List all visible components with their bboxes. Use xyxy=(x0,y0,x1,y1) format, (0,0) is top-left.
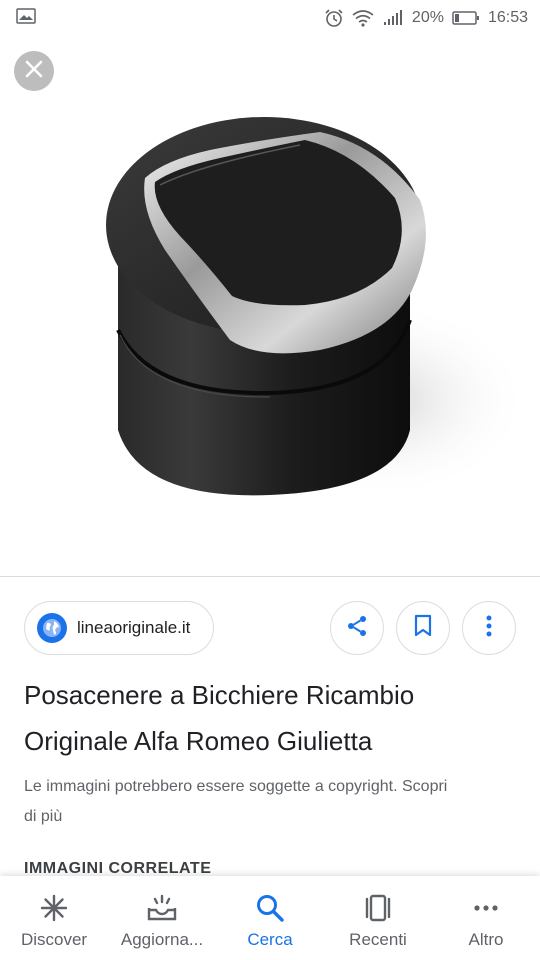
nav-search[interactable]: Cerca xyxy=(216,876,324,960)
result-title[interactable]: Posacenere a Bicchiere Ricambio Original… xyxy=(24,672,516,764)
share-icon xyxy=(345,614,369,643)
nav-discover[interactable]: Discover xyxy=(0,876,108,960)
product-image xyxy=(106,117,530,500)
title-line-2: Originale Alfa Romeo Giulietta xyxy=(24,726,373,756)
bookmark-icon xyxy=(413,614,433,643)
nav-recent[interactable]: Recenti xyxy=(324,876,432,960)
more-options-button[interactable] xyxy=(462,601,516,655)
title-line-1: Posacenere a Bicchiere Ricambio xyxy=(24,680,415,710)
alarm-icon xyxy=(324,8,344,28)
nav-more[interactable]: Altro xyxy=(432,876,540,960)
globe-icon xyxy=(37,613,67,643)
nav-updates-label: Aggiorna... xyxy=(120,930,204,949)
source-site-label: lineaoriginale.it xyxy=(77,618,191,637)
more-vert-icon xyxy=(485,614,493,643)
image-viewer[interactable] xyxy=(0,36,540,576)
battery-percentage: 20% xyxy=(411,9,444,26)
share-button[interactable] xyxy=(330,601,384,655)
wifi-icon xyxy=(352,9,374,27)
source-link[interactable]: lineaoriginale.it xyxy=(24,601,214,655)
updates-inbox-icon xyxy=(146,892,178,924)
battery-icon xyxy=(452,10,480,26)
nav-search-label: Cerca xyxy=(247,930,293,949)
save-button[interactable] xyxy=(396,601,450,655)
divider xyxy=(0,576,540,577)
copyright-notice[interactable]: Le immagini potrebbero essere soggette a… xyxy=(24,772,516,832)
bottom-navigation: Discover Aggiorna... Cerca Recenti Altro xyxy=(0,876,540,960)
status-right: 20% 16:53 xyxy=(324,8,528,28)
nav-more-label: Altro xyxy=(468,930,504,949)
status-bar: 20% 16:53 xyxy=(0,0,540,36)
nav-discover-label: Discover xyxy=(20,930,88,949)
clock: 16:53 xyxy=(487,9,528,26)
asterisk-icon xyxy=(39,892,69,924)
search-icon xyxy=(255,892,285,924)
more-horiz-icon xyxy=(471,892,501,924)
signal-icon xyxy=(382,10,404,26)
recent-tabs-icon xyxy=(362,892,394,924)
image-notification-icon xyxy=(16,7,36,29)
source-row: lineaoriginale.it xyxy=(24,601,516,655)
close-button[interactable] xyxy=(14,51,54,91)
copyright-line-2: di più xyxy=(24,808,63,825)
close-icon xyxy=(25,60,43,83)
copyright-line-1: Le immagini potrebbero essere soggette a… xyxy=(24,778,448,795)
nav-recent-label: Recenti xyxy=(349,930,407,949)
nav-updates[interactable]: Aggiorna... xyxy=(108,876,216,960)
status-left xyxy=(16,7,36,29)
